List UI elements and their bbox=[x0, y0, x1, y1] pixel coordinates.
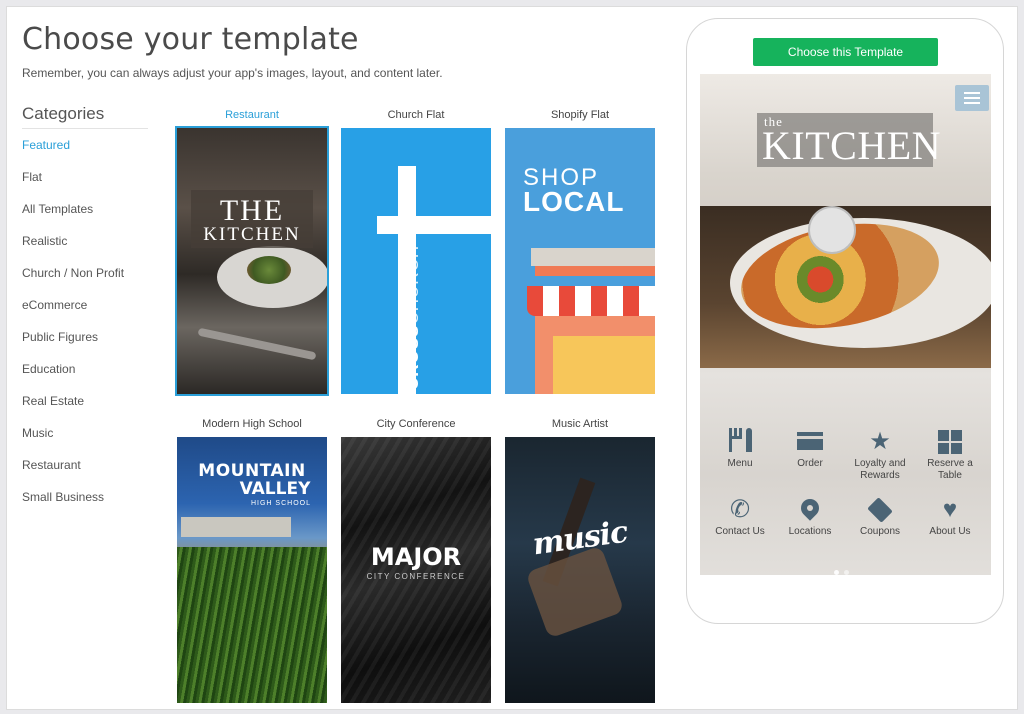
grid-icon bbox=[914, 426, 986, 458]
phone-icon: ✆ bbox=[729, 496, 751, 523]
app-tile-label: Coupons bbox=[859, 526, 901, 537]
category-public-figures[interactable]: Public Figures bbox=[22, 330, 124, 362]
thumb-text: LOCAL bbox=[523, 186, 625, 217]
template-card-restaurant: Restaurant THE KITCHEN bbox=[175, 108, 329, 396]
hero-image bbox=[700, 206, 991, 368]
page-indicator-dots bbox=[834, 562, 854, 575]
app-tile-menu[interactable]: Menu bbox=[704, 426, 776, 470]
grass-image bbox=[177, 547, 327, 703]
category-flat[interactable]: Flat bbox=[22, 170, 124, 202]
thumb-text: HIGH SCHOOL bbox=[250, 500, 311, 507]
app-tile-label: Reserve a Table bbox=[927, 458, 973, 481]
categories-heading: Categories bbox=[22, 104, 148, 129]
template-card-shopify-flat: Shopify Flat SHOP LOCAL bbox=[505, 108, 655, 394]
storefront-awning bbox=[527, 286, 655, 316]
template-name: Shopify Flat bbox=[550, 109, 610, 121]
app-tile-label: Locations bbox=[788, 526, 832, 537]
app-tile-about[interactable]: ♥ About Us bbox=[914, 494, 986, 538]
template-name: City Conference bbox=[376, 418, 456, 430]
app-tile-label: Loyalty and Rewards bbox=[854, 458, 906, 481]
app-tile-contact[interactable]: ✆ Contact Us bbox=[704, 494, 776, 538]
category-music[interactable]: Music bbox=[22, 426, 124, 458]
template-thumbnail-church-flat[interactable]: CROSSCHURCH bbox=[341, 128, 491, 394]
template-card-city-conference: City Conference MAJOR CITY CONFERENCE bbox=[341, 417, 491, 703]
logo-main-text: KITCHEN bbox=[762, 123, 942, 168]
app-tile-label: About Us bbox=[929, 526, 971, 537]
app-tile-reserve[interactable]: Reserve a Table bbox=[914, 426, 986, 482]
template-thumbnail-restaurant[interactable]: THE KITCHEN bbox=[175, 126, 329, 396]
cross-horizontal-bar bbox=[377, 216, 491, 234]
credit-card-icon bbox=[774, 426, 846, 458]
category-ecommerce[interactable]: eCommerce bbox=[22, 298, 124, 330]
thumb-text: THE bbox=[219, 194, 285, 227]
knife-image bbox=[197, 327, 317, 361]
app-tile-label: Order bbox=[797, 458, 823, 469]
category-restaurant[interactable]: Restaurant bbox=[22, 458, 124, 490]
food-image bbox=[247, 256, 291, 284]
tag-icon bbox=[844, 494, 916, 526]
page-dot[interactable] bbox=[844, 570, 849, 575]
fork-knife-icon bbox=[704, 426, 776, 458]
app-tile-label: Menu bbox=[727, 458, 753, 469]
template-name: Church Flat bbox=[387, 109, 445, 121]
template-thumbnail-music-artist[interactable]: music bbox=[505, 437, 655, 703]
choose-template-button[interactable]: Choose this Template bbox=[753, 38, 938, 66]
category-all-templates[interactable]: All Templates bbox=[22, 202, 124, 234]
phone-preview-screen: the KITCHEN Menu Order ★ Loyalty and Rew… bbox=[700, 74, 991, 575]
thumb-text: CITY CONFERENCE bbox=[366, 572, 466, 581]
template-card-church-flat: Church Flat CROSSCHURCH bbox=[341, 108, 491, 394]
template-card-modern-high-school: Modern High School MOUNTAIN VALLEY HIGH … bbox=[177, 417, 327, 703]
storefront-window bbox=[553, 336, 655, 394]
thumb-text: CROSSCHURCH bbox=[403, 244, 422, 390]
page-dot-active[interactable] bbox=[834, 570, 839, 575]
template-name: Restaurant bbox=[225, 109, 279, 121]
thumb-text: VALLEY bbox=[239, 479, 311, 499]
category-church-non-profit[interactable]: Church / Non Profit bbox=[22, 266, 124, 298]
app-tile-loyalty[interactable]: ★ Loyalty and Rewards bbox=[844, 426, 916, 482]
template-thumbnail-city-conference[interactable]: MAJOR CITY CONFERENCE bbox=[341, 437, 491, 703]
page-subtitle: Remember, you can always adjust your app… bbox=[22, 66, 443, 80]
thumb-text: MAJOR bbox=[370, 543, 462, 571]
star-icon: ★ bbox=[869, 428, 891, 455]
map-pin-icon bbox=[774, 494, 846, 526]
app-tile-locations[interactable]: Locations bbox=[774, 494, 846, 538]
thumb-text: MOUNTAIN bbox=[198, 461, 306, 481]
template-thumbnail-shopify-flat[interactable]: SHOP LOCAL bbox=[505, 128, 655, 394]
category-realistic[interactable]: Realistic bbox=[22, 234, 124, 266]
template-name: Music Artist bbox=[551, 418, 609, 430]
app-tile-label: Contact Us bbox=[715, 526, 765, 537]
thumb-text: KITCHEN bbox=[203, 224, 301, 245]
page-title: Choose your template bbox=[22, 22, 359, 57]
app-tile-order[interactable]: Order bbox=[774, 426, 846, 470]
pizza-cutter-image bbox=[808, 206, 856, 254]
storefront-roof bbox=[531, 248, 655, 266]
app-tile-coupons[interactable]: Coupons bbox=[844, 494, 916, 538]
template-card-music-artist: Music Artist music bbox=[505, 417, 655, 703]
heart-icon: ♥ bbox=[942, 496, 958, 523]
template-thumbnail-modern-high-school[interactable]: MOUNTAIN VALLEY HIGH SCHOOL bbox=[177, 437, 327, 703]
category-small-business[interactable]: Small Business bbox=[22, 490, 124, 522]
category-real-estate[interactable]: Real Estate bbox=[22, 394, 124, 426]
categories-list: Featured Flat All Templates Realistic Ch… bbox=[22, 138, 124, 522]
category-education[interactable]: Education bbox=[22, 362, 124, 394]
category-featured[interactable]: Featured bbox=[22, 138, 124, 170]
hamburger-menu-icon[interactable] bbox=[955, 85, 989, 111]
storefront-trim bbox=[535, 266, 655, 276]
school-building-image bbox=[181, 517, 291, 537]
template-name: Modern High School bbox=[202, 418, 302, 430]
